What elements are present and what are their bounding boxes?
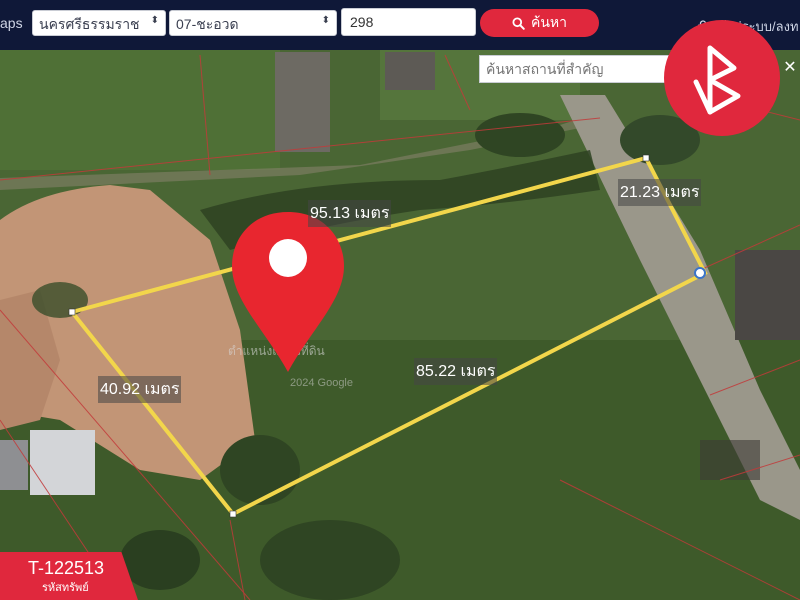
measurement-right: 21.23 เมตร [618, 179, 702, 206]
search-icon [512, 16, 525, 30]
district-value: 07-ชะอวด [176, 16, 239, 32]
measurement-left: 40.92 เมตร [98, 376, 182, 403]
measurement-bottom: 85.22 เมตร [414, 358, 498, 385]
search-button[interactable]: ค้นหา [480, 9, 599, 37]
brand-label: aps [0, 15, 23, 31]
province-select[interactable]: นครศรีธรรมราช ⬍ [32, 10, 166, 36]
map-copyright: 2024 Google [290, 377, 353, 389]
search-button-label: ค้นหา [530, 14, 568, 30]
province-value: นครศรีธรรมราช [39, 16, 140, 32]
parcel-vertex[interactable] [68, 308, 76, 316]
chevron-updown-icon: ⬍ [150, 15, 159, 26]
brand-logo [664, 20, 780, 136]
chevron-updown-icon: ⬍ [321, 15, 330, 26]
b-logo-icon [693, 45, 741, 115]
parcel-number-input[interactable] [341, 8, 476, 36]
parcel-vertex[interactable] [694, 267, 706, 279]
measurement-top: 95.13 เมตร [308, 200, 392, 227]
close-icon[interactable]: ✕ [780, 56, 800, 80]
map-screen: { "header": { "brand": "aps", "province"… [0, 0, 800, 600]
district-select[interactable]: 07-ชะอวด ⬍ [169, 10, 337, 36]
listing-code: T-122513 [28, 558, 105, 578]
parcel-vertex[interactable] [229, 510, 237, 518]
listing-code-caption: รหัสทรัพย์ [42, 582, 89, 594]
parcel-vertex[interactable] [642, 154, 650, 162]
